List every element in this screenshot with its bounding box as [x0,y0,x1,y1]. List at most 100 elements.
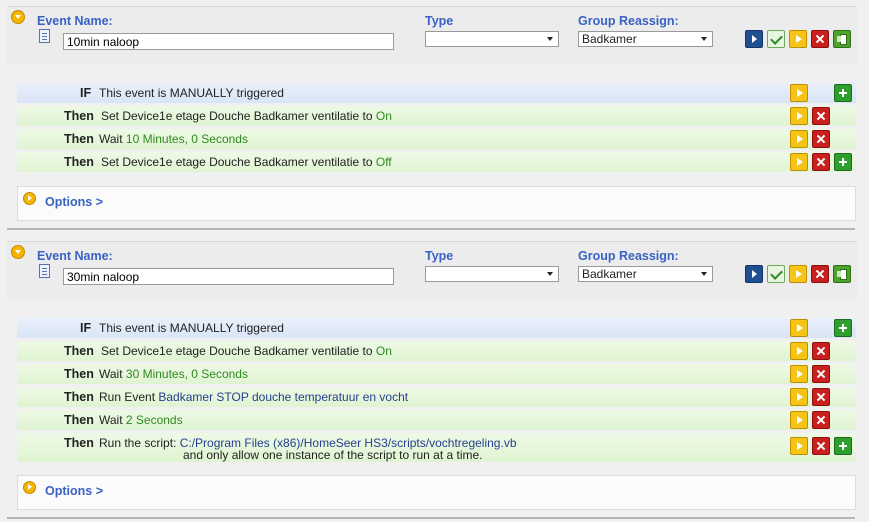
delete-button[interactable] [811,265,829,283]
trigger-text: This event is MANUALLY triggered [99,86,284,100]
delete-button[interactable] [812,153,830,171]
group-select-value: Badkamer [582,267,637,281]
then-keyword: Then [64,132,94,146]
group-button[interactable] [833,30,851,48]
action-prefix: Set Device [101,344,160,358]
action-prefix: Wait [99,367,126,381]
event-name-label: Event Name: [37,14,113,28]
run-button[interactable] [790,319,808,337]
save-button[interactable] [767,265,785,283]
action-value: 30 Minutes, 0 Seconds [125,367,248,381]
run-button[interactable] [790,437,808,455]
add-trigger-button[interactable] [834,319,852,337]
collapse-icon[interactable] [11,10,25,24]
then-keyword: Then [64,436,94,450]
run-button[interactable] [790,84,808,102]
group-select[interactable]: Badkamer [578,31,713,47]
action-text-line2: and only allow one instance of the scrip… [183,448,483,462]
delete-button[interactable] [812,411,830,429]
action-prefix: Run the script: [99,436,180,450]
delete-button[interactable] [812,388,830,406]
action-mid: to [359,109,376,123]
group-select[interactable]: Badkamer [578,266,713,282]
type-select[interactable] [425,266,559,282]
delete-button[interactable] [812,437,830,455]
event-divider [7,517,855,519]
run-button[interactable] [790,342,808,360]
action-value: On [375,109,392,123]
action-row: Then Set Device1e etage Douche Badkamer … [17,341,856,361]
action-row: Then Run the script: C:/Program Files (x… [17,433,856,462]
action-text: Wait 30 Minutes, 0 Seconds [99,367,248,381]
add-action-button[interactable] [834,153,852,171]
action-value: 10 Minutes, 0 Seconds [125,132,248,146]
run-button[interactable] [790,153,808,171]
type-select[interactable] [425,31,559,47]
action-device: 1e etage Douche Badkamer ventilatie [159,109,360,123]
run-button[interactable] [790,130,808,148]
collapse-icon[interactable] [11,245,25,259]
group-select-value: Badkamer [582,32,637,46]
run-button[interactable] [790,365,808,383]
chevron-down-icon [547,272,553,276]
expand-icon[interactable] [23,192,36,205]
event-name-input[interactable] [63,33,394,50]
action-text: Set Device1e etage Douche Badkamer venti… [101,344,392,358]
options-link[interactable]: Options > [45,484,103,498]
then-keyword: Then [64,344,94,358]
action-text: Wait 10 Minutes, 0 Seconds [99,132,248,146]
document-icon[interactable] [39,264,50,278]
then-keyword: Then [64,413,94,427]
action-prefix: Set Device [101,155,160,169]
action-prefix: Wait [99,413,126,427]
delete-button[interactable] [812,342,830,360]
action-value: 2 Seconds [125,413,183,427]
document-icon[interactable] [39,29,50,43]
expand-icon[interactable] [23,481,36,494]
action-row: Then Set Device1e etage Douche Badkamer … [17,152,856,172]
action-text: Run Event Badkamer STOP douche temperatu… [99,390,408,404]
add-action-button[interactable] [834,437,852,455]
action-value: On [375,344,392,358]
run-button[interactable] [789,265,807,283]
advanced-button[interactable] [745,265,763,283]
action-prefix: Run Event [99,390,159,404]
then-keyword: Then [64,367,94,381]
if-row: IF This event is MANUALLY triggered [17,83,856,103]
action-row: Then Wait 2 Seconds [17,410,856,430]
action-row: Then Set Device1e etage Douche Badkamer … [17,106,856,126]
if-keyword: IF [80,86,92,100]
delete-button[interactable] [812,130,830,148]
advanced-button[interactable] [745,30,763,48]
delete-button[interactable] [812,365,830,383]
action-prefix: Wait [99,132,126,146]
type-label: Type [425,14,454,28]
run-button[interactable] [789,30,807,48]
action-device: 1e etage Douche Badkamer ventilatie [159,344,360,358]
run-button[interactable] [790,388,808,406]
delete-button[interactable] [811,30,829,48]
event-divider [7,228,855,230]
event-name-input[interactable] [63,268,394,285]
delete-button[interactable] [812,107,830,125]
action-text: Set Device1e etage Douche Badkamer venti… [101,155,392,169]
action-row: Then Run Event Badkamer STOP douche temp… [17,387,856,407]
chevron-down-icon [701,272,707,276]
action-mid: to [359,344,376,358]
action-row: Then Wait 10 Minutes, 0 Seconds [17,129,856,149]
save-button[interactable] [767,30,785,48]
then-keyword: Then [64,390,94,404]
action-text: Set Device1e etage Douche Badkamer venti… [101,109,392,123]
group-reassign-label: Group Reassign: [578,14,679,28]
then-keyword: Then [64,155,94,169]
options-link[interactable]: Options > [45,195,103,209]
options-panel: Options > [17,186,856,221]
group-button[interactable] [833,265,851,283]
run-button[interactable] [790,411,808,429]
run-button[interactable] [790,107,808,125]
chevron-down-icon [547,37,553,41]
action-mid: to [359,155,376,169]
event-name-label: Event Name: [37,249,113,263]
trigger-text: This event is MANUALLY triggered [99,321,284,335]
add-trigger-button[interactable] [834,84,852,102]
